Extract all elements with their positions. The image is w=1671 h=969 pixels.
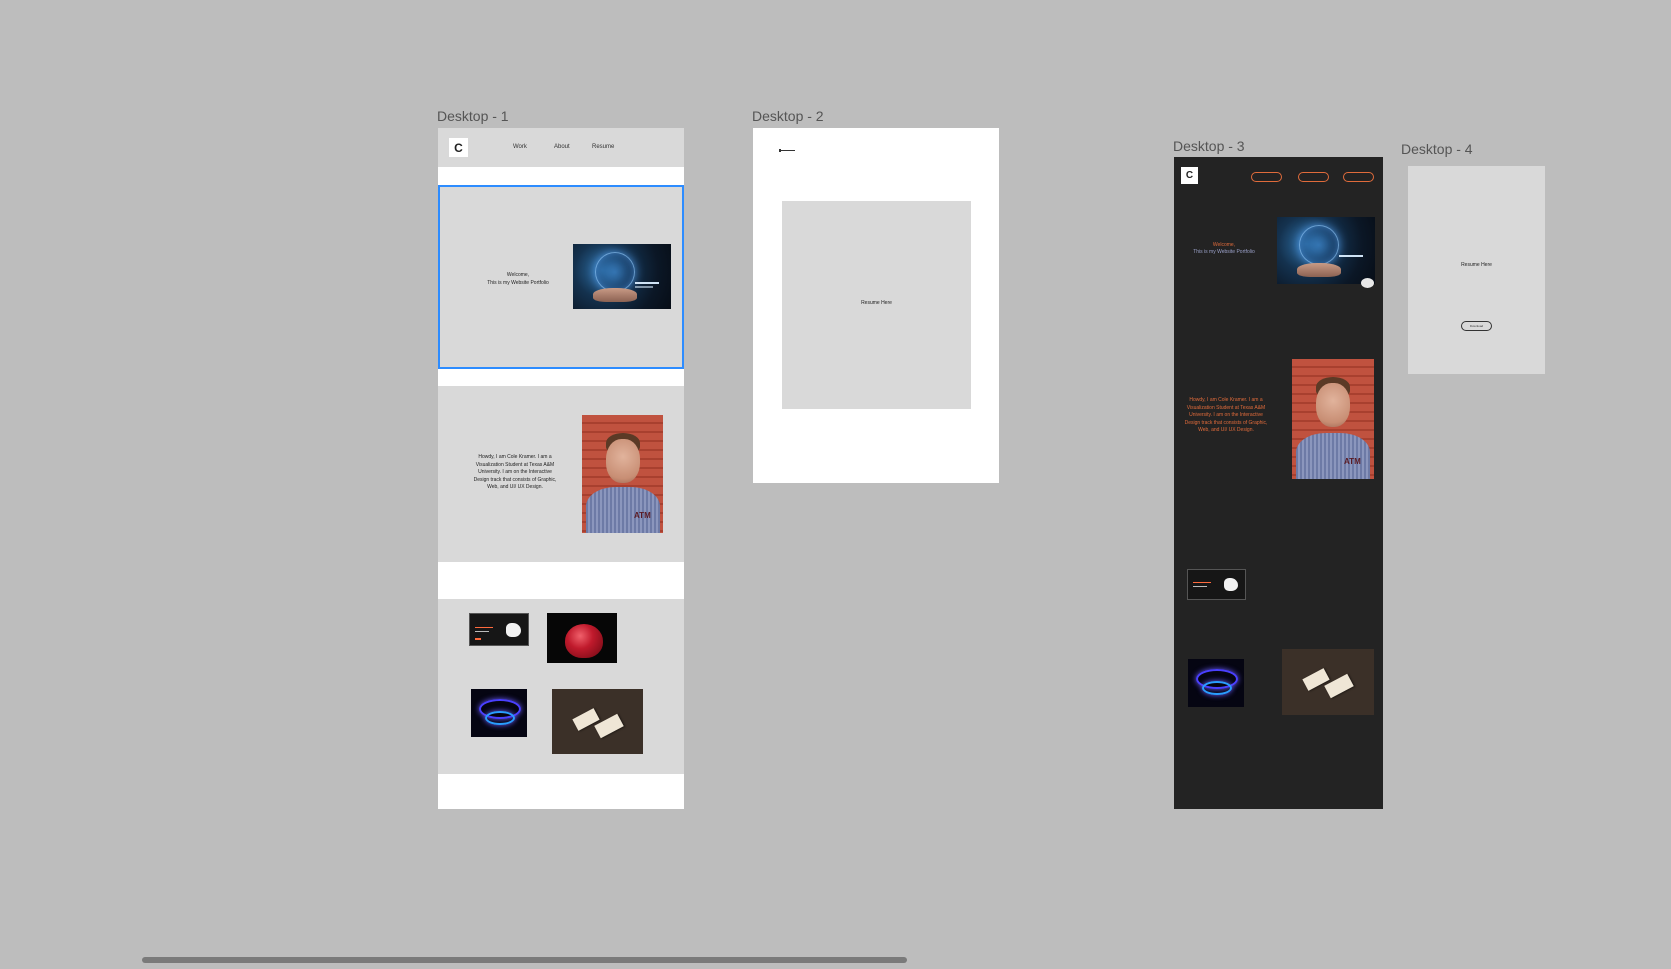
logo-icon[interactable]: C — [449, 138, 468, 157]
work-thumb-swirl[interactable] — [471, 689, 527, 737]
work-thumb-business-cards[interactable] — [552, 689, 643, 754]
dark-bio-text: Howdy, I am Cole Kramer. I am a Visualiz… — [1184, 397, 1268, 433]
selection-outline — [438, 185, 684, 369]
toggle-dot-icon[interactable] — [1361, 278, 1374, 288]
resume-here-text: Resume Here — [1461, 262, 1492, 268]
download-button[interactable]: Download — [1461, 321, 1492, 331]
work-thumb-website[interactable] — [469, 613, 529, 646]
dark-nav-pill-1[interactable] — [1251, 172, 1282, 182]
frame-label-desktop-1[interactable]: Desktop - 1 — [437, 108, 509, 124]
back-arrow-icon[interactable] — [779, 150, 795, 151]
atm-logo-icon: ATM — [634, 511, 651, 520]
dark-profile-photo: ATM — [1292, 359, 1374, 479]
back-arrow-head — [779, 149, 781, 152]
dark-work-thumb-business-cards[interactable] — [1282, 649, 1374, 715]
desktop-3-frame[interactable]: C Welcome, This is my Website Portfolio … — [1174, 157, 1383, 809]
resume-placeholder-box: Resume Here — [782, 201, 971, 409]
dark-welcome-subheading: This is my Website Portfolio — [1193, 249, 1255, 255]
dark-logo-icon[interactable]: C — [1181, 167, 1198, 184]
profile-photo: ATM — [582, 415, 663, 533]
dark-work-thumb-swirl[interactable] — [1188, 659, 1244, 707]
dark-atm-logo-icon: ATM — [1344, 457, 1361, 466]
horizontal-scrollbar[interactable] — [142, 957, 907, 963]
desktop-2-frame[interactable]: Resume Here — [753, 128, 999, 483]
dark-nav-pill-2[interactable] — [1298, 172, 1329, 182]
work-thumb-raspberry[interactable] — [547, 613, 617, 663]
desktop-4-frame[interactable]: Resume Here Download — [1408, 166, 1545, 374]
work-section[interactable] — [438, 599, 684, 774]
dark-hero-image — [1277, 217, 1375, 284]
nav-resume-link[interactable]: Resume — [592, 144, 614, 150]
about-section[interactable]: Howdy, I am Cole Kramer. I am a Visualiz… — [438, 386, 684, 562]
nav-work-link[interactable]: Work — [513, 144, 527, 150]
nav-about-link[interactable]: About — [554, 144, 570, 150]
nav-bar: C Work About Resume — [438, 128, 684, 167]
frame-label-desktop-3[interactable]: Desktop - 3 — [1173, 138, 1245, 154]
bio-text: Howdy, I am Cole Kramer. I am a Visualiz… — [473, 454, 557, 490]
resume-placeholder-text: Resume Here — [861, 300, 892, 306]
frame-label-desktop-2[interactable]: Desktop - 2 — [752, 108, 824, 124]
desktop-1-frame[interactable]: C Work About Resume Welcome, This is my … — [438, 128, 684, 809]
dark-nav-pill-3[interactable] — [1343, 172, 1374, 182]
dark-work-thumb-website[interactable] — [1187, 569, 1246, 600]
frame-label-desktop-4[interactable]: Desktop - 4 — [1401, 141, 1473, 157]
